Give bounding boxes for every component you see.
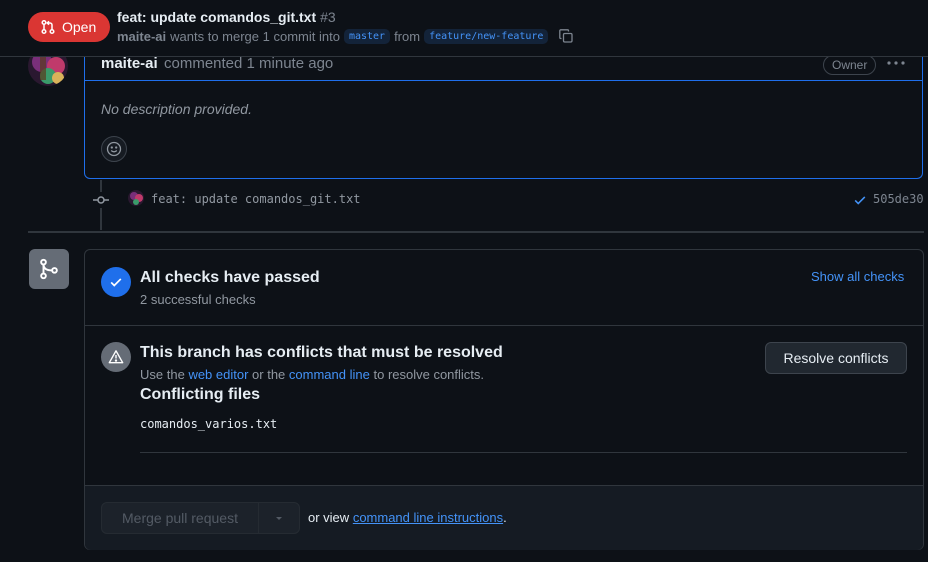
owner-role-label: Owner bbox=[823, 55, 877, 75]
show-all-checks-button[interactable]: Show all checks bbox=[811, 269, 904, 284]
smiley-icon bbox=[106, 141, 122, 157]
comment-timestamp[interactable]: commented 1 minute ago bbox=[164, 55, 333, 72]
divider bbox=[140, 452, 907, 453]
pr-author-link[interactable]: maite-ai bbox=[117, 29, 166, 44]
git-pull-request-icon bbox=[41, 19, 55, 35]
comment-author[interactable]: maite-ai bbox=[101, 55, 158, 72]
commit-sha-link[interactable]: 505de30 bbox=[873, 192, 924, 206]
checks-section: All checks have passed 2 successful chec… bbox=[85, 250, 923, 326]
command-line-link[interactable]: command line bbox=[289, 367, 370, 382]
conflicts-title: This branch has conflicts that must be r… bbox=[140, 344, 503, 361]
copy-icon[interactable] bbox=[558, 28, 574, 44]
merge-actions-section: Merge pull request or view command line … bbox=[85, 486, 923, 550]
pr-from-text: from bbox=[394, 28, 421, 44]
merge-pull-request-button[interactable]: Merge pull request bbox=[102, 503, 259, 533]
checks-subtitle: 2 successful checks bbox=[140, 292, 256, 307]
commit-author-avatar[interactable] bbox=[128, 190, 144, 206]
pr-number: #3 bbox=[320, 9, 336, 25]
pr-meta: maite-ai wants to merge 1 commit into ma… bbox=[117, 28, 574, 44]
triangle-down-icon bbox=[276, 517, 282, 520]
resolve-conflicts-button[interactable]: Resolve conflicts bbox=[765, 342, 907, 374]
merge-button-group: Merge pull request bbox=[101, 502, 300, 534]
commit-message-link[interactable]: feat: update comandos_git.txt bbox=[151, 192, 361, 206]
pr-title: feat: update comandos_git.txt #3 bbox=[117, 9, 336, 25]
conflict-alert-indicator bbox=[101, 342, 131, 372]
merge-method-dropdown[interactable] bbox=[259, 503, 299, 533]
git-merge-icon bbox=[40, 258, 58, 280]
git-commit-icon bbox=[93, 192, 109, 208]
command-line-instructions-link[interactable]: command line instructions bbox=[353, 510, 503, 525]
pr-title-text: feat: update comandos_git.txt bbox=[117, 9, 317, 25]
kebab-horizontal-icon[interactable] bbox=[885, 55, 907, 71]
pr-state-label: Open bbox=[62, 19, 97, 35]
alert-icon bbox=[108, 350, 124, 364]
merge-box: All checks have passed 2 successful chec… bbox=[84, 249, 924, 550]
check-icon bbox=[110, 278, 122, 287]
conflicts-sub-suffix: to resolve conflicts. bbox=[373, 367, 485, 382]
conflicts-section: This branch has conflicts that must be r… bbox=[85, 326, 923, 486]
add-reaction-button[interactable] bbox=[101, 136, 127, 162]
head-branch-label[interactable]: feature/new-feature bbox=[424, 28, 549, 44]
web-editor-link[interactable]: web editor bbox=[188, 367, 248, 382]
pr-state-badge: Open bbox=[28, 12, 111, 42]
base-branch-label[interactable]: master bbox=[343, 28, 391, 44]
command-line-hint: or view command line instructions. bbox=[308, 510, 507, 525]
or-view-text: or view bbox=[308, 510, 350, 525]
checks-passed-indicator bbox=[101, 267, 131, 297]
conflicts-subtitle: Use the web editor or the command line t… bbox=[140, 367, 484, 382]
merge-status-icon bbox=[29, 249, 69, 289]
comment-body: No description provided. bbox=[101, 101, 252, 117]
pr-merge-text: wants to merge 1 commit into bbox=[170, 28, 340, 44]
pr-description-comment: maite-ai commented 1 minute ago Owner No… bbox=[84, 43, 923, 179]
timeline-break bbox=[28, 231, 924, 233]
conflicts-sub-prefix: Use the bbox=[140, 367, 185, 382]
check-icon[interactable] bbox=[853, 193, 867, 207]
conflicting-files-title: Conflicting files bbox=[140, 386, 260, 403]
pr-sticky-header: Open feat: update comandos_git.txt #3 mai… bbox=[0, 0, 928, 57]
checks-title: All checks have passed bbox=[140, 269, 320, 286]
conflicts-sub-middle: or the bbox=[252, 367, 286, 382]
conflicting-file: comandos_varios.txt bbox=[140, 417, 278, 431]
period: . bbox=[503, 510, 507, 525]
